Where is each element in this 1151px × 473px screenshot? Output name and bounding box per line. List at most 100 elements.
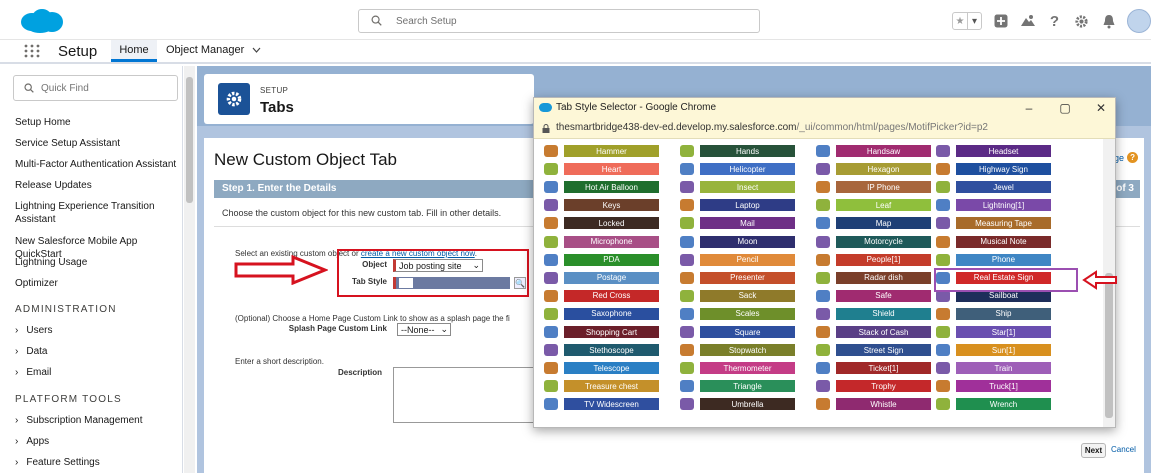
app-launcher-icon[interactable]	[24, 44, 40, 58]
tab-style-option[interactable]: Hands	[680, 144, 795, 158]
favorites-control[interactable]: ★ ▾	[952, 12, 982, 30]
gear-icon[interactable]	[1073, 13, 1090, 30]
description-textarea[interactable]	[393, 367, 543, 423]
sidebar-item-subscription-management[interactable]: › Subscription Management	[15, 415, 143, 426]
splash-page-select[interactable]: --None-- ⌄	[397, 323, 451, 336]
tab-style-option[interactable]: Jewel	[936, 180, 1051, 194]
sidebar-item-service-setup-assistant[interactable]: Service Setup Assistant	[15, 137, 180, 150]
tab-style-option[interactable]: Presenter	[680, 271, 795, 285]
minimize-icon[interactable]: –	[1019, 100, 1039, 116]
tab-style-option[interactable]: Shopping Cart	[544, 325, 659, 339]
tab-style-option[interactable]: Map	[816, 216, 931, 230]
sidebar-item-lightning-transition[interactable]: Lightning Experience Transition Assistan…	[15, 200, 180, 226]
tab-style-option[interactable]: Motorcycle	[816, 235, 931, 249]
tab-style-option[interactable]: Stopwatch	[680, 343, 795, 357]
popup-scrollbar-thumb[interactable]	[1105, 273, 1113, 418]
tab-style-option[interactable]: Microphone	[544, 235, 659, 249]
star-icon[interactable]: ★	[953, 13, 967, 29]
tab-style-option[interactable]: Telescope	[544, 361, 659, 375]
tab-style-option[interactable]: Radar dish	[816, 271, 931, 285]
tab-style-option[interactable]: Ship	[936, 307, 1051, 321]
add-icon[interactable]	[992, 13, 1009, 30]
tab-style-option[interactable]: Postage	[544, 271, 659, 285]
tab-style-option[interactable]: Thermometer	[680, 361, 795, 375]
tab-style-option[interactable]: PDA	[544, 253, 659, 267]
popup-address-bar[interactable]: thesmartbridge438-dev-ed.develop.my.sale…	[534, 119, 1115, 139]
tab-style-option[interactable]: Truck[1]	[936, 379, 1051, 393]
global-search-box[interactable]	[358, 9, 760, 33]
tab-style-option[interactable]: Moon	[680, 235, 795, 249]
user-avatar[interactable]	[1127, 9, 1151, 33]
tab-style-option[interactable]: TV Widescreen	[544, 397, 659, 411]
chevron-down-icon[interactable]	[252, 47, 261, 53]
quick-find-box[interactable]	[13, 75, 178, 101]
tab-style-option[interactable]: Locked	[544, 216, 659, 230]
tab-style-option[interactable]: Square	[680, 325, 795, 339]
global-search-input[interactable]	[396, 13, 736, 30]
tab-style-option[interactable]: Star[1]	[936, 325, 1051, 339]
tab-style-option[interactable]: People[1]	[816, 253, 931, 267]
maximize-icon[interactable]: ▢	[1055, 100, 1075, 116]
tab-style-option[interactable]: Measuring Tape	[936, 216, 1051, 230]
sidebar-item-data[interactable]: › Data	[15, 346, 47, 357]
tab-style-option[interactable]: Handsaw	[816, 144, 931, 158]
sidebar-item-email[interactable]: › Email	[15, 367, 51, 378]
tab-home[interactable]: Home	[111, 40, 157, 62]
next-button[interactable]: Next	[1081, 443, 1106, 458]
tab-style-option[interactable]: Hexagon	[816, 162, 931, 176]
tab-style-option[interactable]: Ticket[1]	[816, 361, 931, 375]
tab-style-option[interactable]: Phone	[936, 253, 1051, 267]
tab-style-option[interactable]: Leaf	[816, 198, 931, 212]
salesforce-logo-icon[interactable]	[18, 8, 64, 34]
tab-style-option[interactable]: Umbrella	[680, 397, 795, 411]
tab-style-option[interactable]: Musical Note	[936, 235, 1051, 249]
tab-style-option[interactable]: Hot Air Balloon	[544, 180, 659, 194]
tab-style-option[interactable]: Keys	[544, 198, 659, 212]
sidebar-item-release-updates[interactable]: Release Updates	[15, 179, 180, 192]
tab-style-option[interactable]: Hammer	[544, 144, 659, 158]
tab-style-option[interactable]: Heart	[544, 162, 659, 176]
tab-style-option[interactable]: Wrench	[936, 397, 1051, 411]
sidebar-item-lightning-usage[interactable]: Lightning Usage	[15, 256, 180, 269]
tab-style-option[interactable]: Mail	[680, 216, 795, 230]
sidebar-item-apps[interactable]: › Apps	[15, 436, 49, 447]
sidebar-item-users[interactable]: › Users	[15, 325, 52, 336]
tab-style-option[interactable]: Saxophone	[544, 307, 659, 321]
tab-style-option[interactable]: Sack	[680, 289, 795, 303]
tab-object-manager[interactable]: Object Manager	[166, 44, 261, 56]
tab-style-option[interactable]: Street Sign	[816, 343, 931, 357]
tab-style-option[interactable]: Helicopter	[680, 162, 795, 176]
tab-style-option[interactable]: Highway Sign	[936, 162, 1051, 176]
trailhead-icon[interactable]	[1019, 13, 1036, 30]
tab-style-option[interactable]: Stethoscope	[544, 343, 659, 357]
sidebar-item-setup-home[interactable]: Setup Home	[15, 116, 180, 129]
tab-style-option[interactable]: Scales	[680, 307, 795, 321]
close-icon[interactable]: ✕	[1091, 100, 1111, 116]
help-icon[interactable]: ?	[1046, 13, 1063, 30]
sidebar-item-mfa-assistant[interactable]: Multi-Factor Authentication Assistant	[15, 158, 180, 171]
quick-find-input[interactable]	[41, 82, 161, 94]
sidebar-item-feature-settings[interactable]: › Feature Settings	[15, 457, 100, 468]
tab-style-option[interactable]: IP Phone	[816, 180, 931, 194]
sidebar-item-optimizer[interactable]: Optimizer	[15, 277, 180, 290]
tab-style-option[interactable]: Laptop	[680, 198, 795, 212]
tab-style-option[interactable]: Headset	[936, 144, 1051, 158]
chevron-down-icon[interactable]: ▾	[967, 13, 981, 29]
tab-style-option[interactable]: Treasure chest	[544, 379, 659, 393]
tab-style-option[interactable]: Red Cross	[544, 289, 659, 303]
tab-style-option[interactable]: Sun[1]	[936, 343, 1051, 357]
tab-style-option[interactable]: Stack of Cash	[816, 325, 931, 339]
tab-style-option[interactable]: Triangle	[680, 379, 795, 393]
tab-style-option[interactable]: Lightning[1]	[936, 198, 1051, 212]
tab-style-option[interactable]: Whistle	[816, 397, 931, 411]
sidebar-scrollbar-thumb[interactable]	[186, 77, 193, 203]
notification-bell-icon[interactable]	[1100, 13, 1117, 30]
tab-style-option[interactable]: Insect	[680, 180, 795, 194]
tab-style-option[interactable]: Trophy	[816, 379, 931, 393]
tab-style-option[interactable]: Shield	[816, 307, 931, 321]
tab-style-option[interactable]: Train	[936, 361, 1051, 375]
cancel-link[interactable]: Cancel	[1111, 445, 1136, 454]
tab-style-option[interactable]: Safe	[816, 289, 931, 303]
help-for-this-page-link[interactable]: ge ?	[1114, 152, 1139, 163]
tab-style-option[interactable]: Pencil	[680, 253, 795, 267]
